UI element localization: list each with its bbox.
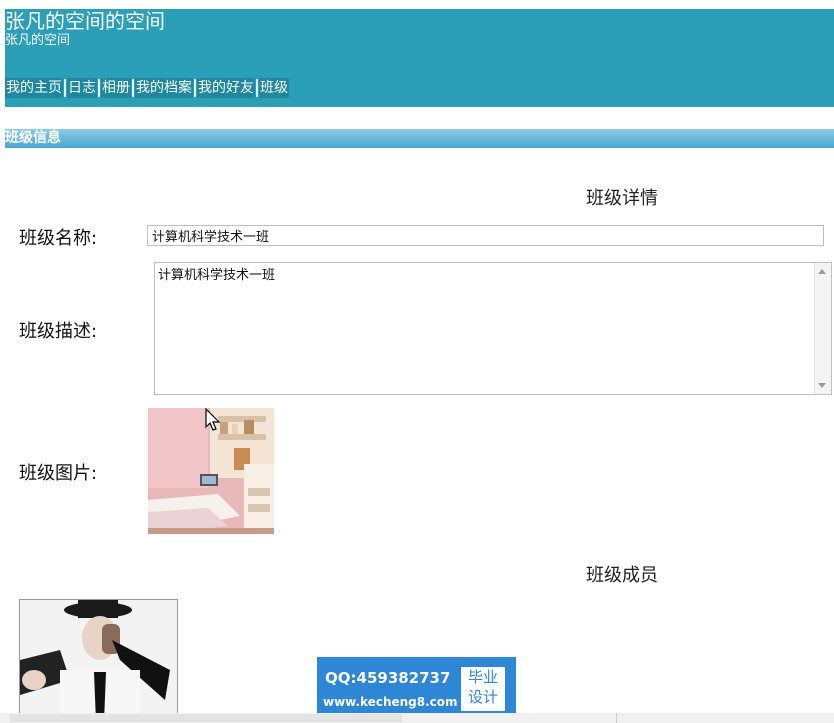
nav-item-class[interactable]: 班级 <box>259 78 289 98</box>
scrollbar-thumb[interactable] <box>10 714 402 722</box>
class-desc-textarea[interactable]: 计算机科学技术一班 <box>154 262 832 395</box>
section-title: 班级信息 <box>5 130 61 146</box>
nav-item-friends[interactable]: 我的好友 <box>197 78 255 98</box>
member-photo[interactable] <box>19 599 178 723</box>
watermark-url: www.kecheng8.com <box>323 695 458 709</box>
nav-separator <box>98 79 100 97</box>
scroll-up-icon[interactable] <box>818 269 826 274</box>
watermark-qq: QQ:459382737 <box>325 669 451 687</box>
watermark-banner: QQ:459382737 www.kecheng8.com 毕业 设计 <box>317 657 516 717</box>
class-image-label: 班级图片: <box>19 463 98 484</box>
class-detail-heading: 班级详情 <box>586 188 658 209</box>
mouse-pointer-icon <box>205 407 221 436</box>
nav-separator <box>132 79 134 97</box>
class-name-input[interactable] <box>147 225 824 246</box>
class-members-heading: 班级成员 <box>586 565 658 586</box>
site-subtitle: 张凡的空间 <box>5 33 71 48</box>
section-bar: 班级信息 <box>5 129 834 148</box>
class-name-label: 班级名称: <box>19 228 98 249</box>
nav-separator <box>64 79 66 97</box>
watermark-badge-line2: 设计 <box>467 688 498 706</box>
nav-separator <box>194 79 196 97</box>
class-desc-label: 班级描述: <box>19 321 98 342</box>
main-nav: 我的主页 日志 相册 我的档案 我的好友 班级 <box>5 77 289 99</box>
site-header: 张凡的空间的空间 张凡的空间 我的主页 日志 相册 我的档案 我的好友 班级 <box>5 9 834 107</box>
scroll-down-icon[interactable] <box>818 383 826 388</box>
watermark-badge-line1: 毕业 <box>467 668 498 686</box>
nav-item-blog[interactable]: 日志 <box>67 78 97 98</box>
class-desc-text: 计算机科学技术一班 <box>158 268 276 283</box>
nav-separator <box>256 79 258 97</box>
site-title: 张凡的空间的空间 <box>5 9 165 33</box>
horizontal-scrollbar[interactable] <box>0 713 834 723</box>
cursor-arrow-icon <box>205 407 221 431</box>
nav-item-profile[interactable]: 我的档案 <box>135 78 193 98</box>
nav-item-home[interactable]: 我的主页 <box>5 78 63 98</box>
watermark-badge: 毕业 设计 <box>461 667 505 711</box>
textarea-scrollbar[interactable] <box>814 263 831 394</box>
member-avatar-icon <box>20 600 177 722</box>
scrollbar-divider <box>616 713 617 723</box>
nav-item-album[interactable]: 相册 <box>101 78 131 98</box>
